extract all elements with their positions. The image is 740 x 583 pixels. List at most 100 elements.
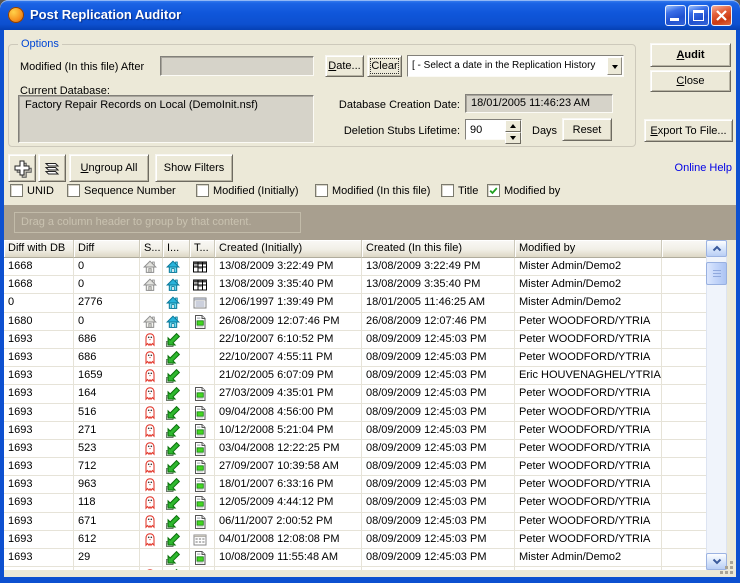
replication-history-dropdown[interactable]: [ - Select a date in the Replication His… <box>407 55 624 77</box>
column-header-diff-with-db[interactable]: Diff with DB <box>4 240 74 258</box>
table-row[interactable]: 169371227/09/2007 10:39:58 AM08/09/2009 … <box>4 458 706 476</box>
group-by-bar[interactable]: Drag a column header to group by that co… <box>4 205 736 240</box>
filter-sequence-number[interactable]: Sequence Number <box>67 184 176 197</box>
table-row[interactable]: 169396318/01/2007 6:33:16 PM08/09/2009 1… <box>4 476 706 494</box>
cell-type-icon <box>190 494 215 512</box>
dropdown-arrow-button[interactable] <box>607 57 622 75</box>
filter-modified-by[interactable]: Modified by <box>487 184 560 197</box>
house-blue-icon <box>165 259 181 275</box>
cell-diff-with-db: 1693 <box>4 404 74 422</box>
filter-modified-in-this-file[interactable]: Modified (In this file) <box>315 184 430 197</box>
ghost-icon <box>142 386 158 402</box>
cell-type-icon <box>190 513 215 531</box>
caption-buttons <box>665 5 732 26</box>
table-row[interactable]: 169368622/10/2007 6:10:52 PM08/09/2009 1… <box>4 331 706 349</box>
cell-status-icon <box>140 349 163 367</box>
cell-created-in-file: 08/09/2009 12:45:03 PM <box>362 367 515 385</box>
reset-button[interactable]: Reset <box>562 118 612 141</box>
spin-down-button[interactable] <box>505 132 521 144</box>
cell-created-initially: 12/06/1997 1:39:49 PM <box>215 294 362 312</box>
cell-created-in-file: 08/09/2009 12:45:03 PM <box>362 549 515 567</box>
window-title: Post Replication Auditor <box>30 7 181 22</box>
expand-all-button[interactable] <box>8 154 36 182</box>
column-header-i[interactable]: I... <box>163 240 190 258</box>
table-row[interactable]: 1668013/08/2009 3:35:40 PM13/08/2009 3:3… <box>4 276 706 294</box>
cell-diff-with-db: 1693 <box>4 367 74 385</box>
table-row[interactable]: 169367106/11/2007 2:00:52 PM08/09/2009 1… <box>4 513 706 531</box>
table-row[interactable]: 169351609/04/2008 4:56:00 PM08/09/2009 1… <box>4 404 706 422</box>
close-icon <box>712 6 731 25</box>
table-row[interactable]: 169311812/05/2009 4:44:12 PM08/09/2009 1… <box>4 494 706 512</box>
online-help-link[interactable]: Online Help <box>640 162 732 174</box>
table-row[interactable]: 169327110/12/2008 5:21:04 PM08/09/2009 1… <box>4 422 706 440</box>
column-header-created-in-this-file[interactable]: Created (In this file) <box>362 240 515 258</box>
column-header-diff[interactable]: Diff <box>74 240 140 258</box>
column-header-s[interactable]: S... <box>140 240 163 258</box>
export-to-file-button[interactable]: Export To File... <box>644 119 733 142</box>
resize-grip[interactable] <box>730 571 733 574</box>
cell-created-initially: 09/04/2008 4:56:00 PM <box>215 404 362 422</box>
spin-up-button[interactable] <box>505 120 521 132</box>
column-header-modified-by[interactable]: Modified by <box>515 240 662 258</box>
table-row[interactable] <box>4 567 706 570</box>
cell-status-icon <box>140 513 163 531</box>
date-button[interactable]: Date... <box>325 55 364 77</box>
ungroup-all-button[interactable]: Ungroup All <box>69 154 149 182</box>
show-filters-button[interactable]: Show Filters <box>155 154 233 182</box>
deletion-stubs-input[interactable] <box>467 121 503 138</box>
modified-after-input[interactable] <box>160 56 314 76</box>
cell-status-icon <box>140 385 163 403</box>
table-row[interactable]: 16932910/08/2009 11:55:48 AM08/09/2009 1… <box>4 549 706 567</box>
table-row[interactable]: 0277612/06/1997 1:39:49 PM18/01/2005 11:… <box>4 294 706 312</box>
column-header-spacer[interactable] <box>662 240 706 258</box>
maximize-button[interactable] <box>688 5 709 26</box>
table-row[interactable]: 169352303/04/2008 12:22:25 PM08/09/2009 … <box>4 440 706 458</box>
filter-unid[interactable]: UNID <box>10 184 54 197</box>
clear-button[interactable]: Clear <box>367 55 402 77</box>
cell-created-in-file: 18/01/2005 11:46:25 AM <box>362 294 515 312</box>
filter-modified-initially[interactable]: Modified (Initially) <box>196 184 299 197</box>
cell--pad <box>662 385 706 403</box>
collapse-all-button[interactable] <box>38 154 66 182</box>
cell-status-icon <box>140 294 163 312</box>
import-arrow-icon <box>165 350 181 366</box>
cell-modified-by: Mister Admin/Demo2 <box>515 276 662 294</box>
vertical-scrollbar[interactable] <box>706 240 727 570</box>
cell-modified-by: Mister Admin/Demo2 <box>515 549 662 567</box>
table-row[interactable]: 169361204/01/2008 12:08:08 PM08/09/2009 … <box>4 531 706 549</box>
column-header-t[interactable]: T... <box>190 240 215 258</box>
cell-instance-icon <box>163 440 190 458</box>
scroll-up-button[interactable] <box>706 240 727 257</box>
table-row[interactable]: 169316427/03/2009 4:35:01 PM08/09/2009 1… <box>4 385 706 403</box>
cell-type-icon <box>190 458 215 476</box>
scrollbar-thumb[interactable] <box>706 262 727 285</box>
table-row[interactable]: 1693165921/02/2005 6:07:09 PM08/09/2009 … <box>4 367 706 385</box>
cell-diff: 0 <box>74 276 140 294</box>
cell-diff-with-db: 1668 <box>4 276 74 294</box>
ghost-icon <box>142 477 158 493</box>
filter-checkbox-row: UNID Sequence Number Modified (Initially) M… <box>0 184 740 201</box>
audit-button[interactable]: Audit <box>650 43 731 67</box>
cell-status-icon <box>140 531 163 549</box>
ghost-icon <box>142 441 158 457</box>
cell-diff: 686 <box>74 349 140 367</box>
app-icon <box>8 7 24 23</box>
table-row[interactable]: 169368622/10/2007 4:55:11 PM08/09/2009 1… <box>4 349 706 367</box>
import-arrow-icon <box>165 459 181 475</box>
filter-title[interactable]: Title <box>441 184 478 197</box>
table-row[interactable]: 1668013/08/2009 3:22:49 PM13/08/2009 3:2… <box>4 258 706 276</box>
close-window-button[interactable] <box>711 5 732 26</box>
house-gray-icon <box>142 277 158 293</box>
minimize-button[interactable] <box>665 5 686 26</box>
cell-created-initially: 13/08/2009 3:35:40 PM <box>215 276 362 294</box>
titlebar[interactable]: Post Replication Auditor <box>0 0 740 30</box>
scroll-down-button[interactable] <box>706 553 727 570</box>
cell-type-icon <box>190 567 215 570</box>
house-gray-icon <box>142 259 158 275</box>
maximize-icon <box>693 10 704 21</box>
close-button[interactable]: Close <box>650 70 731 92</box>
checkbox-unchecked-icon <box>10 184 23 197</box>
column-header-created-initially[interactable]: Created (Initially) <box>215 240 362 258</box>
table-row[interactable]: 1680026/08/2009 12:07:46 PM26/08/2009 12… <box>4 313 706 331</box>
cell-modified-by: Peter WOODFORD/YTRIA <box>515 513 662 531</box>
